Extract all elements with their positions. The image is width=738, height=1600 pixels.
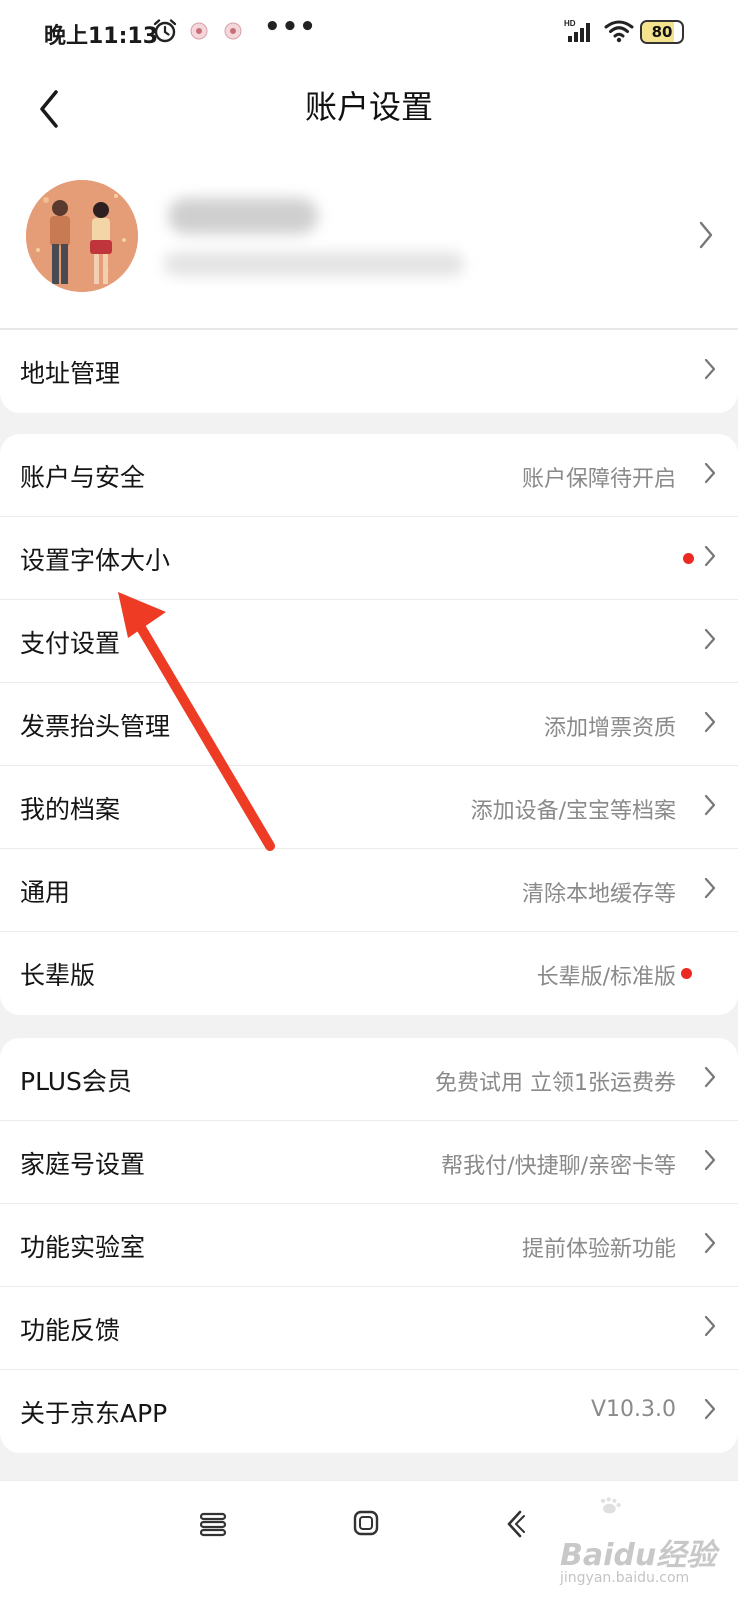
chevron-right-icon <box>704 877 716 899</box>
chevron-right-icon <box>704 358 716 380</box>
profile-name-blurred <box>168 198 318 234</box>
chevron-right-icon <box>704 462 716 484</box>
row-label: 功能实验室 <box>20 1233 146 1262</box>
app-notification-icon <box>224 22 242 40</box>
chevron-right-icon <box>704 1066 716 1088</box>
row-value: 添加设备/宝宝等档案 <box>470 799 676 824</box>
wifi-icon <box>604 20 634 43</box>
row-label: 家庭号设置 <box>20 1150 146 1179</box>
annotation-arrow <box>118 592 275 851</box>
row-label: 地址管理 <box>20 359 121 388</box>
row-label: 设置字体大小 <box>20 546 171 575</box>
chevron-right-icon <box>704 711 716 733</box>
home-icon[interactable] <box>352 1509 380 1537</box>
back-icon[interactable] <box>504 1509 526 1539</box>
status-time: 晚上11:13 <box>44 24 159 49</box>
chevron-right-icon <box>704 545 716 567</box>
row-value: 添加增票资质 <box>543 716 676 741</box>
watermark-url: jingyan.baidu.com <box>560 1570 690 1586</box>
new-badge-dot <box>683 553 694 564</box>
row-value: 长辈版/标准版 <box>536 965 676 990</box>
more-notifications-icon: ••• <box>264 12 317 42</box>
chevron-right-icon <box>699 221 713 249</box>
chevron-right-icon <box>704 1232 716 1254</box>
baidu-paw-icon <box>600 1497 621 1514</box>
row-label: 通用 <box>20 878 71 907</box>
page-title: 账户设置 <box>304 88 433 126</box>
settings-row-about-app[interactable]: 关于京东APP V10.3.0 <box>0 1370 738 1453</box>
top-nav-bar: 账户设置 <box>0 66 738 156</box>
menu-icon[interactable] <box>198 1511 228 1537</box>
settings-row-account-security[interactable]: 账户与安全 账户保障待开启 <box>0 434 738 517</box>
row-label: 功能反馈 <box>20 1316 121 1345</box>
row-value: 账户保障待开启 <box>521 467 676 492</box>
settings-row-general[interactable]: 通用 清除本地缓存等 <box>0 849 738 932</box>
avatar-illustration <box>26 180 138 292</box>
profile-card[interactable] <box>0 156 738 328</box>
row-label: 关于京东APP <box>20 1399 168 1428</box>
row-label: 账户与安全 <box>20 463 146 492</box>
row-value: 帮我付/快捷聊/亲密卡等 <box>441 1154 676 1179</box>
address-card: 地址管理 <box>0 328 738 413</box>
watermark-brand: Baidu经验 <box>560 1538 717 1573</box>
settings-row-plus-member[interactable]: PLUS会员 免费试用 立领1张运费券 <box>0 1038 738 1121</box>
battery-level: 80 <box>651 23 673 41</box>
settings-row-elder-mode[interactable]: 长辈版 长辈版/标准版 <box>0 932 738 1015</box>
row-value: 提前体验新功能 <box>521 1237 676 1262</box>
settings-group-2: PLUS会员 免费试用 立领1张运费券 家庭号设置 帮我付/快捷聊/亲密卡等 功… <box>0 1038 738 1453</box>
alarm-clock-icon <box>153 19 177 43</box>
account-settings-screen: 晚上11:13 ••• HD 80 账户设置 地址管理 账户与安全 账户保障待开… <box>0 0 738 1600</box>
battery-indicator: 80 <box>640 20 684 44</box>
network-badge: HD <box>564 19 576 28</box>
settings-row-family-account[interactable]: 家庭号设置 帮我付/快捷聊/亲密卡等 <box>0 1121 738 1204</box>
new-badge-dot <box>681 968 692 979</box>
avatar[interactable] <box>26 180 138 292</box>
chevron-right-icon <box>704 794 716 816</box>
row-value: 免费试用 立领1张运费券 <box>435 1071 676 1096</box>
app-notification-icon <box>190 22 208 40</box>
row-label: PLUS会员 <box>20 1067 132 1096</box>
chevron-right-icon <box>704 1398 716 1420</box>
row-value: V10.3.0 <box>590 1397 676 1422</box>
chevron-right-icon <box>704 1315 716 1337</box>
row-value: 清除本地缓存等 <box>521 882 676 907</box>
status-bar: 晚上11:13 ••• HD 80 <box>0 0 738 66</box>
chevron-right-icon <box>704 1149 716 1171</box>
settings-row-address[interactable]: 地址管理 <box>0 330 738 413</box>
settings-row-feedback[interactable]: 功能反馈 <box>0 1287 738 1370</box>
cell-signal-icon: HD <box>564 19 590 42</box>
row-label: 长辈版 <box>20 961 96 990</box>
profile-subtitle-blurred <box>164 252 464 276</box>
settings-row-feature-lab[interactable]: 功能实验室 提前体验新功能 <box>0 1204 738 1287</box>
chevron-right-icon <box>704 628 716 650</box>
